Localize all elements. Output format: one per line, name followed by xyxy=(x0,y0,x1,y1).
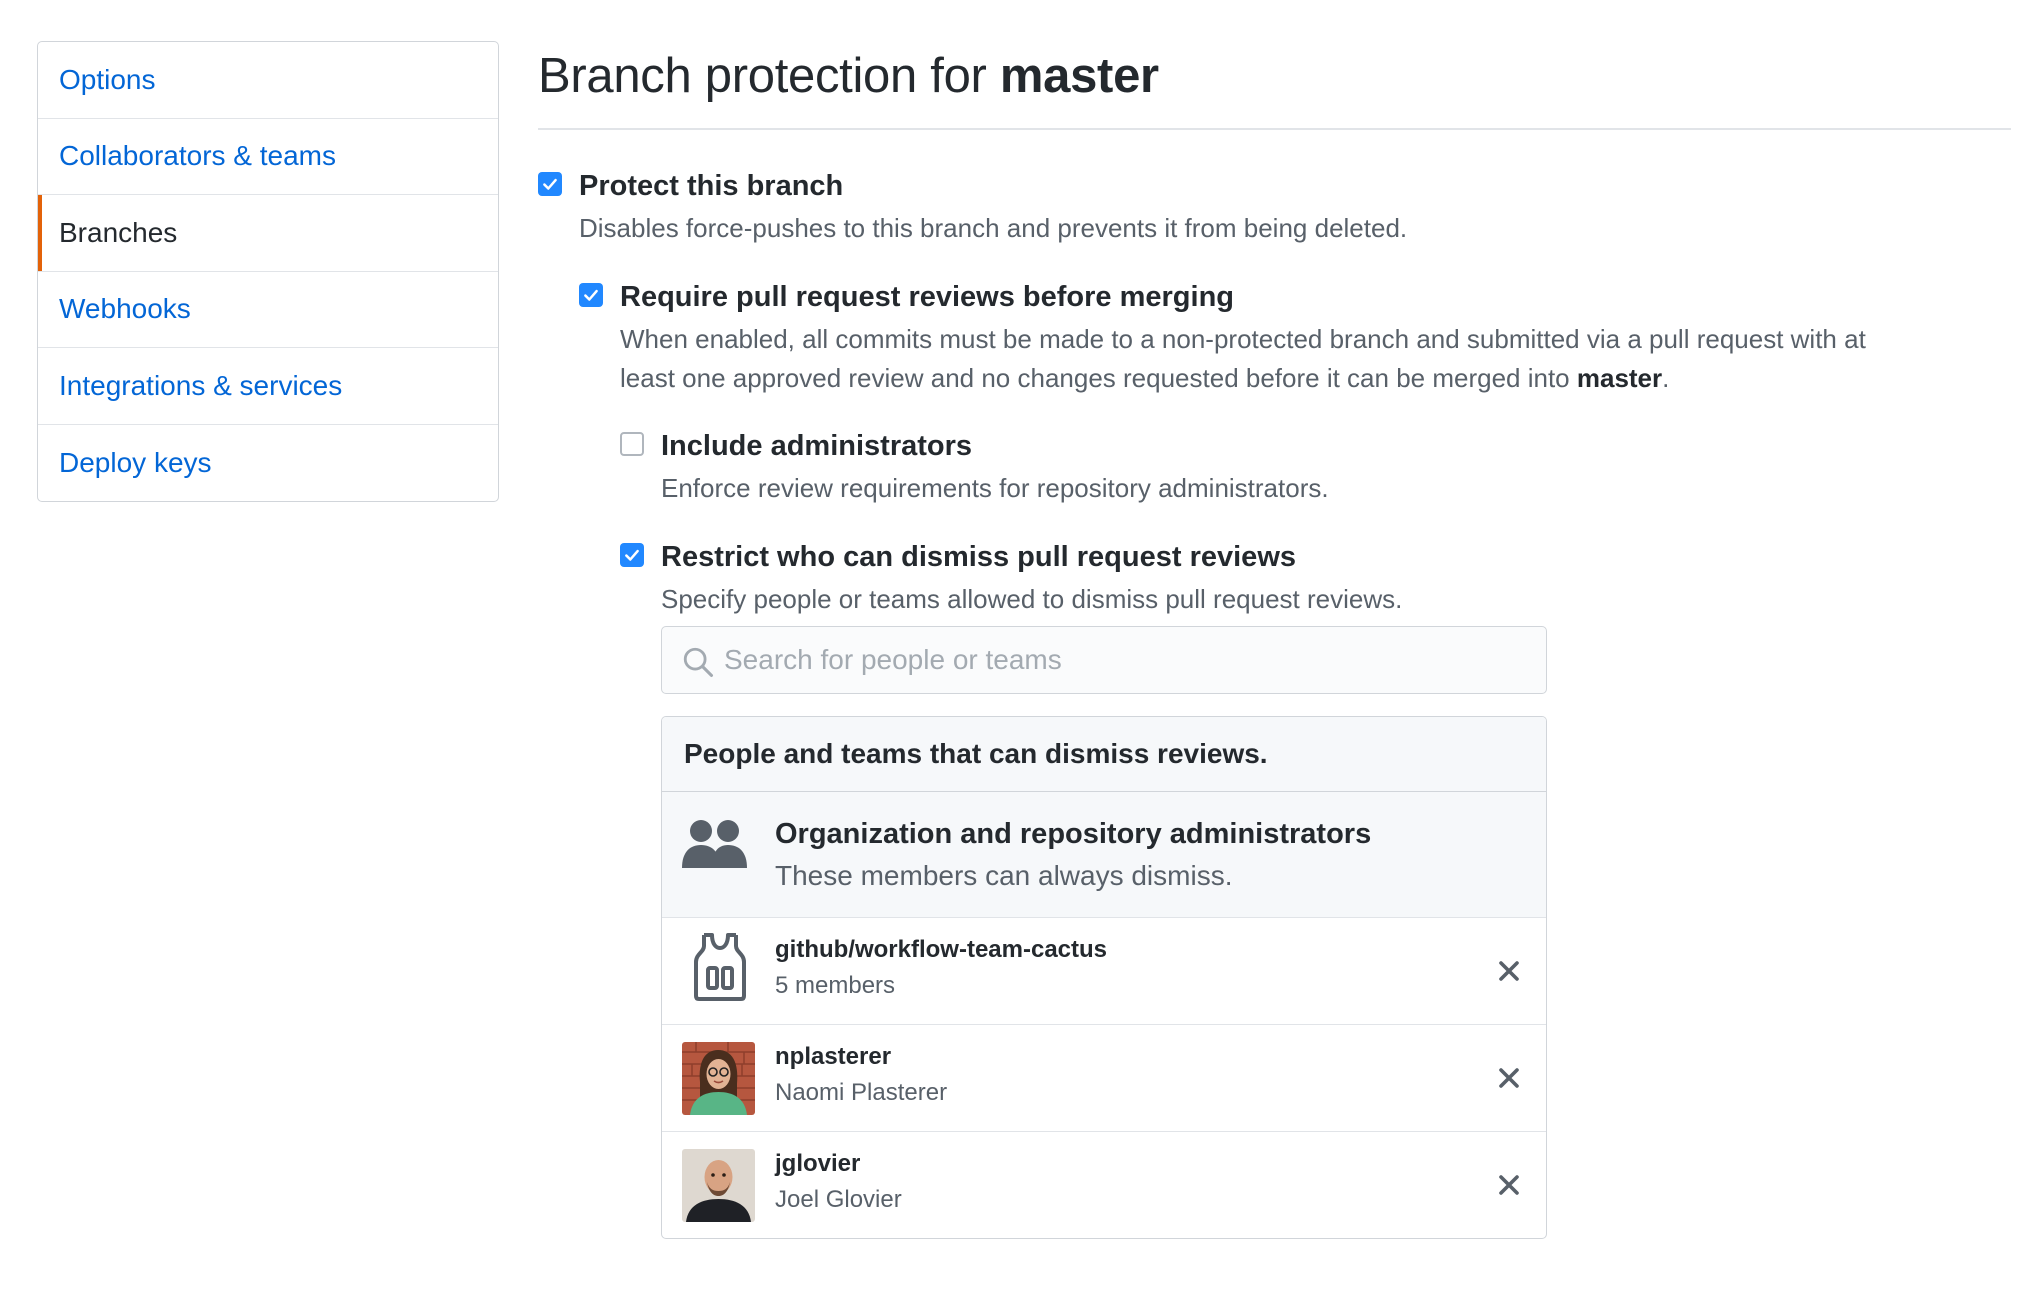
require-reviews-desc-line2: least one approved review and no changes… xyxy=(620,359,1866,398)
search-icon xyxy=(683,647,714,678)
check-icon xyxy=(584,289,598,301)
require-reviews-desc-line1: When enabled, all commits must be made t… xyxy=(620,324,1866,354)
user-login[interactable]: nplasterer xyxy=(775,1043,891,1071)
protect-branch-checkbox[interactable] xyxy=(538,172,562,196)
protect-branch-label[interactable]: Protect this branch xyxy=(579,170,843,203)
sidebar-item-deploy-keys[interactable]: Deploy keys xyxy=(38,425,498,502)
title-divider xyxy=(538,128,2011,130)
admins-title: Organization and repository administrato… xyxy=(775,818,1372,850)
page-title-prefix: Branch protection for xyxy=(538,49,1000,103)
user-fullname: Joel Glovier xyxy=(775,1186,902,1213)
user-fullname: Naomi Plasterer xyxy=(775,1079,948,1106)
include-admins-desc: Enforce review requirements for reposito… xyxy=(661,473,1329,503)
branch-name: master xyxy=(999,49,1159,103)
check-icon xyxy=(543,178,557,190)
people-teams-search xyxy=(661,626,1547,694)
close-icon xyxy=(1499,1068,1519,1088)
avatar xyxy=(682,1149,755,1222)
team-name[interactable]: github/workflow-team-cactus xyxy=(775,936,1107,964)
protect-branch-desc: Disables force-pushes to this branch and… xyxy=(579,213,1408,243)
remove-user-button[interactable] xyxy=(1492,1168,1526,1202)
close-icon xyxy=(1499,961,1519,981)
admins-row: Organization and repository administrato… xyxy=(662,792,1546,918)
include-admins-label[interactable]: Include administrators xyxy=(661,430,972,463)
require-reviews-label[interactable]: Require pull request reviews before merg… xyxy=(620,281,1234,314)
sidebar-item-branches[interactable]: Branches xyxy=(38,195,498,272)
admins-subtitle: These members can always dismiss. xyxy=(775,860,1233,891)
people-icon xyxy=(682,820,747,868)
settings-sidebar: Options Collaborators & teams Branches W… xyxy=(37,41,499,502)
panel-header: People and teams that can dismiss review… xyxy=(662,717,1546,792)
team-members-count: 5 members xyxy=(775,972,896,999)
avatar xyxy=(682,1042,755,1115)
require-reviews-desc: When enabled, all commits must be made t… xyxy=(620,320,1866,398)
dismiss-reviewers-panel: People and teams that can dismiss review… xyxy=(661,716,1547,1239)
team-jersey-icon xyxy=(694,933,746,1001)
restrict-dismiss-desc: Specify people or teams allowed to dismi… xyxy=(661,584,1403,614)
sidebar-item-integrations-services[interactable]: Integrations & services xyxy=(38,348,498,425)
remove-team-button[interactable] xyxy=(1492,954,1526,988)
search-input[interactable] xyxy=(724,627,1524,693)
list-item-user: jglovier Joel Glovier xyxy=(662,1132,1546,1238)
check-icon xyxy=(625,549,639,561)
list-item-user: nplasterer Naomi Plasterer xyxy=(662,1025,1546,1132)
remove-user-button[interactable] xyxy=(1492,1061,1526,1095)
require-reviews-desc-line2-suffix: . xyxy=(1662,363,1670,393)
sidebar-item-collaborators-teams[interactable]: Collaborators & teams xyxy=(38,119,498,195)
sidebar-item-webhooks[interactable]: Webhooks xyxy=(38,272,498,348)
require-reviews-checkbox[interactable] xyxy=(579,283,603,307)
restrict-dismiss-label[interactable]: Restrict who can dismiss pull request re… xyxy=(661,541,1296,574)
close-icon xyxy=(1499,1175,1519,1195)
include-admins-checkbox[interactable] xyxy=(620,432,644,456)
require-reviews-desc-line2-prefix: least one approved review and no changes… xyxy=(620,363,1577,393)
user-login[interactable]: jglovier xyxy=(775,1150,860,1178)
sidebar-item-options[interactable]: Options xyxy=(38,42,498,119)
list-item-team: github/workflow-team-cactus 5 members xyxy=(662,918,1546,1025)
page-title: Branch protection for master xyxy=(538,48,1159,104)
restrict-dismiss-checkbox[interactable] xyxy=(620,543,644,567)
require-reviews-branch: master xyxy=(1576,363,1663,393)
